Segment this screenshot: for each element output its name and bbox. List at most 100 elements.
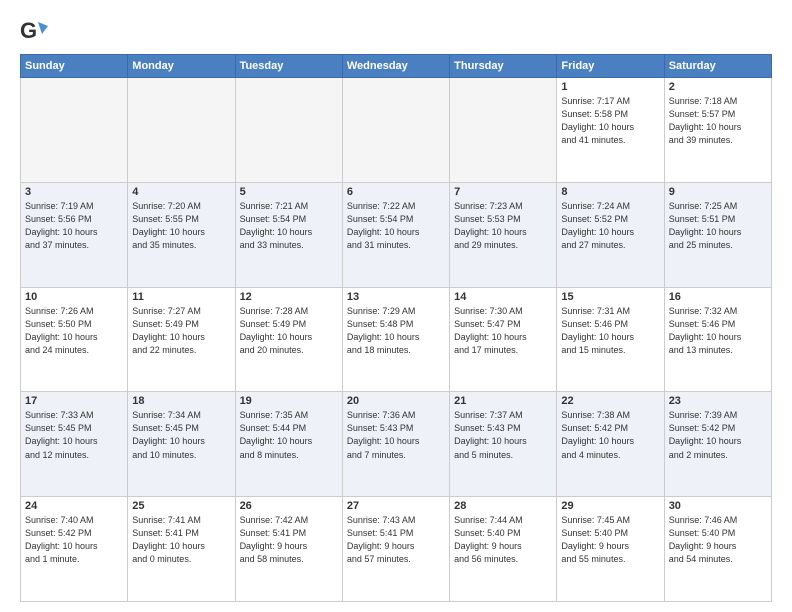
calendar: SundayMondayTuesdayWednesdayThursdayFrid…: [20, 54, 772, 602]
header-row: SundayMondayTuesdayWednesdayThursdayFrid…: [21, 55, 772, 78]
header: G: [20, 16, 772, 44]
week-row-1: 3 Sunrise: 7:19 AM Sunset: 5:56 PM Daylig…: [21, 182, 772, 287]
week-row-3: 17 Sunrise: 7:33 AM Sunset: 5:45 PM Dayli…: [21, 392, 772, 497]
day-number: 25: [132, 500, 230, 512]
day-info: Sunrise: 7:19 AM Sunset: 5:56 PM Dayligh…: [25, 200, 123, 252]
day-info: Sunrise: 7:44 AM Sunset: 5:40 PM Dayligh…: [454, 514, 552, 566]
day-number: 16: [669, 291, 767, 303]
day-number: 3: [25, 186, 123, 198]
day-cell: 18 Sunrise: 7:34 AM Sunset: 5:45 PM Dayli…: [128, 392, 235, 497]
day-number: 11: [132, 291, 230, 303]
day-info: Sunrise: 7:21 AM Sunset: 5:54 PM Dayligh…: [240, 200, 338, 252]
day-number: 15: [561, 291, 659, 303]
day-cell: 30 Sunrise: 7:46 AM Sunset: 5:40 PM Dayli…: [664, 497, 771, 602]
day-info: Sunrise: 7:25 AM Sunset: 5:51 PM Dayligh…: [669, 200, 767, 252]
day-number: 1: [561, 81, 659, 93]
day-cell: 14Sunrise: 7:30 AM Sunset: 5:47 PM Dayli…: [450, 287, 557, 392]
day-info: Sunrise: 7:40 AM Sunset: 5:42 PM Dayligh…: [25, 514, 123, 566]
day-cell: 3 Sunrise: 7:19 AM Sunset: 5:56 PM Daylig…: [21, 182, 128, 287]
day-info: Sunrise: 7:38 AM Sunset: 5:42 PM Dayligh…: [561, 409, 659, 461]
day-info: Sunrise: 7:32 AM Sunset: 5:46 PM Dayligh…: [669, 305, 767, 357]
day-cell: 19 Sunrise: 7:35 AM Sunset: 5:44 PM Dayli…: [235, 392, 342, 497]
day-number: 21: [454, 395, 552, 407]
day-number: 23: [669, 395, 767, 407]
day-info: Sunrise: 7:33 AM Sunset: 5:45 PM Dayligh…: [25, 409, 123, 461]
day-number: 5: [240, 186, 338, 198]
day-number: 17: [25, 395, 123, 407]
day-cell: 21 Sunrise: 7:37 AM Sunset: 5:43 PM Dayli…: [450, 392, 557, 497]
day-info: Sunrise: 7:18 AM Sunset: 5:57 PM Dayligh…: [669, 95, 767, 147]
day-info: Sunrise: 7:34 AM Sunset: 5:45 PM Dayligh…: [132, 409, 230, 461]
day-info: Sunrise: 7:37 AM Sunset: 5:43 PM Dayligh…: [454, 409, 552, 461]
day-number: 28: [454, 500, 552, 512]
day-number: 18: [132, 395, 230, 407]
day-cell: 4 Sunrise: 7:20 AM Sunset: 5:55 PM Daylig…: [128, 182, 235, 287]
day-header-sunday: Sunday: [21, 55, 128, 78]
day-cell: 15 Sunrise: 7:31 AM Sunset: 5:46 PM Dayli…: [557, 287, 664, 392]
day-header-monday: Monday: [128, 55, 235, 78]
day-cell: [342, 78, 449, 183]
day-info: Sunrise: 7:28 AM Sunset: 5:49 PM Dayligh…: [240, 305, 338, 357]
day-number: 14: [454, 291, 552, 303]
day-number: 6: [347, 186, 445, 198]
day-number: 9: [669, 186, 767, 198]
day-header-thursday: Thursday: [450, 55, 557, 78]
day-number: 19: [240, 395, 338, 407]
logo-icon: G: [20, 16, 48, 44]
day-cell: 5 Sunrise: 7:21 AM Sunset: 5:54 PM Daylig…: [235, 182, 342, 287]
day-number: 7: [454, 186, 552, 198]
day-cell: 26 Sunrise: 7:42 AM Sunset: 5:41 PM Dayli…: [235, 497, 342, 602]
day-cell: 16 Sunrise: 7:32 AM Sunset: 5:46 PM Dayli…: [664, 287, 771, 392]
day-cell: [450, 78, 557, 183]
day-info: Sunrise: 7:26 AM Sunset: 5:50 PM Dayligh…: [25, 305, 123, 357]
day-cell: 20 Sunrise: 7:36 AM Sunset: 5:43 PM Dayli…: [342, 392, 449, 497]
day-cell: 23 Sunrise: 7:39 AM Sunset: 5:42 PM Dayli…: [664, 392, 771, 497]
day-header-wednesday: Wednesday: [342, 55, 449, 78]
week-row-4: 24Sunrise: 7:40 AM Sunset: 5:42 PM Dayli…: [21, 497, 772, 602]
day-header-tuesday: Tuesday: [235, 55, 342, 78]
day-cell: 22 Sunrise: 7:38 AM Sunset: 5:42 PM Dayli…: [557, 392, 664, 497]
day-info: Sunrise: 7:42 AM Sunset: 5:41 PM Dayligh…: [240, 514, 338, 566]
day-number: 27: [347, 500, 445, 512]
day-cell: 29Sunrise: 7:45 AM Sunset: 5:40 PM Dayli…: [557, 497, 664, 602]
day-number: 4: [132, 186, 230, 198]
day-cell: 17 Sunrise: 7:33 AM Sunset: 5:45 PM Dayli…: [21, 392, 128, 497]
day-info: Sunrise: 7:17 AM Sunset: 5:58 PM Dayligh…: [561, 95, 659, 147]
day-info: Sunrise: 7:20 AM Sunset: 5:55 PM Dayligh…: [132, 200, 230, 252]
day-cell: 7 Sunrise: 7:23 AM Sunset: 5:53 PM Daylig…: [450, 182, 557, 287]
day-cell: [235, 78, 342, 183]
day-info: Sunrise: 7:35 AM Sunset: 5:44 PM Dayligh…: [240, 409, 338, 461]
day-info: Sunrise: 7:43 AM Sunset: 5:41 PM Dayligh…: [347, 514, 445, 566]
day-number: 26: [240, 500, 338, 512]
day-info: Sunrise: 7:46 AM Sunset: 5:40 PM Dayligh…: [669, 514, 767, 566]
day-info: Sunrise: 7:22 AM Sunset: 5:54 PM Dayligh…: [347, 200, 445, 252]
day-cell: 27 Sunrise: 7:43 AM Sunset: 5:41 PM Dayli…: [342, 497, 449, 602]
day-cell: 8Sunrise: 7:24 AM Sunset: 5:52 PM Daylig…: [557, 182, 664, 287]
day-cell: 9 Sunrise: 7:25 AM Sunset: 5:51 PM Daylig…: [664, 182, 771, 287]
day-info: Sunrise: 7:41 AM Sunset: 5:41 PM Dayligh…: [132, 514, 230, 566]
day-cell: 10Sunrise: 7:26 AM Sunset: 5:50 PM Dayli…: [21, 287, 128, 392]
page: G SundayMondayTuesdayWednesdayThursdayFr…: [0, 0, 792, 612]
day-cell: 2 Sunrise: 7:18 AM Sunset: 5:57 PM Daylig…: [664, 78, 771, 183]
svg-text:G: G: [20, 18, 37, 43]
day-number: 12: [240, 291, 338, 303]
calendar-body: 1 Sunrise: 7:17 AM Sunset: 5:58 PM Daylig…: [21, 78, 772, 602]
day-header-friday: Friday: [557, 55, 664, 78]
day-info: Sunrise: 7:27 AM Sunset: 5:49 PM Dayligh…: [132, 305, 230, 357]
day-info: Sunrise: 7:36 AM Sunset: 5:43 PM Dayligh…: [347, 409, 445, 461]
day-number: 2: [669, 81, 767, 93]
day-cell: 25 Sunrise: 7:41 AM Sunset: 5:41 PM Dayli…: [128, 497, 235, 602]
day-info: Sunrise: 7:24 AM Sunset: 5:52 PM Dayligh…: [561, 200, 659, 252]
day-number: 22: [561, 395, 659, 407]
day-cell: [21, 78, 128, 183]
day-number: 13: [347, 291, 445, 303]
day-number: 20: [347, 395, 445, 407]
week-row-0: 1 Sunrise: 7:17 AM Sunset: 5:58 PM Daylig…: [21, 78, 772, 183]
week-row-2: 10Sunrise: 7:26 AM Sunset: 5:50 PM Dayli…: [21, 287, 772, 392]
day-cell: 6 Sunrise: 7:22 AM Sunset: 5:54 PM Daylig…: [342, 182, 449, 287]
day-info: Sunrise: 7:23 AM Sunset: 5:53 PM Dayligh…: [454, 200, 552, 252]
day-info: Sunrise: 7:39 AM Sunset: 5:42 PM Dayligh…: [669, 409, 767, 461]
day-number: 30: [669, 500, 767, 512]
day-cell: [128, 78, 235, 183]
day-info: Sunrise: 7:31 AM Sunset: 5:46 PM Dayligh…: [561, 305, 659, 357]
